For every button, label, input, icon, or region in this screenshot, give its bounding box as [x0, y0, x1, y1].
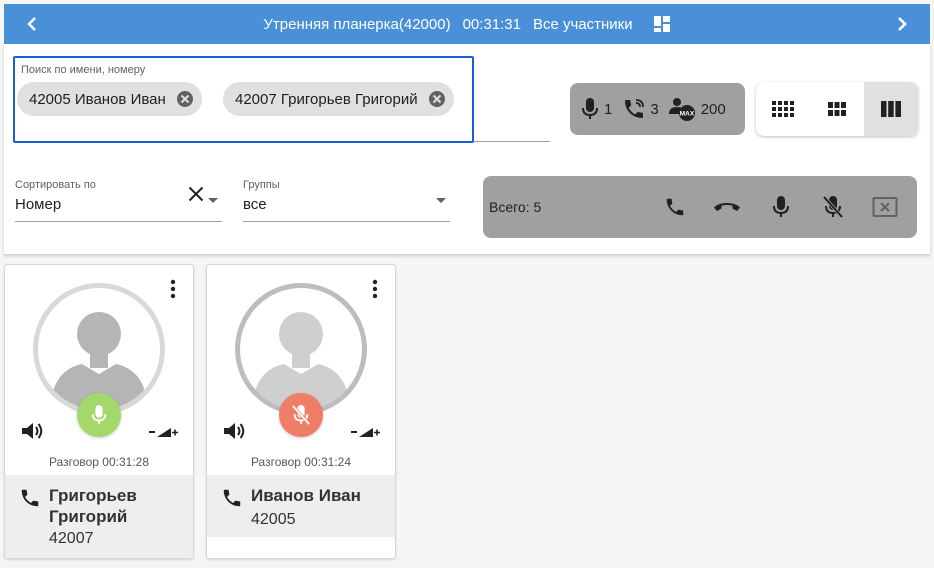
- stat-speakers: 1: [580, 97, 612, 121]
- mute-all-button[interactable]: [817, 191, 849, 223]
- participant-number: 42007: [49, 530, 94, 547]
- microphone-icon: [773, 196, 789, 217]
- groups-value: все: [243, 196, 267, 213]
- chip-label: 42005 Иванов Иван: [29, 90, 166, 108]
- max-badge-text: MAX: [679, 111, 694, 118]
- call-status: Разговор 00:31:28: [48, 455, 150, 469]
- participant-card[interactable]: Разговор 00:31:24 Иванов Иван 42005: [206, 264, 396, 559]
- view-columns-button[interactable]: [864, 82, 918, 136]
- total-count: Всего: 5: [489, 199, 542, 215]
- chevron-left-icon: [27, 17, 36, 31]
- search-input[interactable]: [23, 120, 463, 140]
- phone-icon: [223, 489, 241, 507]
- microphone-icon: [91, 405, 107, 424]
- stat-calls-count: 3: [650, 100, 659, 118]
- view-grid-medium-button[interactable]: [810, 82, 864, 136]
- remove-all-button[interactable]: [869, 191, 901, 223]
- call-end-icon: [714, 203, 740, 211]
- participant-name: Иванов Иван: [251, 486, 361, 505]
- conference-stats: 1 3 MAX 200: [570, 83, 745, 135]
- conference-header: Утренняя планерка(42000) 00:31:31 Все уч…: [4, 4, 930, 44]
- unmute-all-button[interactable]: [765, 191, 797, 223]
- stat-max: MAX 200: [668, 96, 726, 122]
- person-silhouette-icon: [50, 312, 148, 410]
- groups-label: Группы: [243, 179, 280, 191]
- speaker-icon[interactable]: [223, 421, 247, 441]
- sort-label: Сортировать по: [15, 179, 96, 191]
- close-icon: [188, 186, 204, 202]
- groups-select[interactable]: Группы все: [243, 176, 450, 222]
- max-participants-icon: MAX: [668, 98, 695, 121]
- clear-sort-button[interactable]: [184, 182, 208, 206]
- grid-medium-icon: [828, 102, 846, 116]
- prev-button[interactable]: [12, 4, 52, 44]
- conference-title: Утренняя планерка(42000): [263, 15, 451, 33]
- search-underline: [474, 141, 550, 142]
- dashboard-icon[interactable]: [653, 15, 671, 33]
- header-center: Утренняя планерка(42000) 00:31:31 Все уч…: [4, 4, 930, 44]
- microphone-toggle-button[interactable]: [279, 393, 323, 437]
- person-silhouette-icon: [252, 312, 350, 410]
- participant-number: 42005: [251, 511, 296, 528]
- participant-name: Григорьев Григорий: [49, 486, 137, 526]
- view-mode-toggle: [756, 82, 918, 136]
- grid-small-icon: [772, 101, 794, 117]
- search-chip[interactable]: 42007 Григорьев Григорий: [223, 82, 454, 116]
- participant-info: Иванов Иван 42005: [207, 475, 395, 537]
- microphone-toggle-button[interactable]: [77, 393, 121, 437]
- control-panel: Поиск по имени, номеру 42005 Иванов Иван…: [4, 44, 930, 254]
- microphone-off-icon: [291, 404, 311, 426]
- volume-level-icon[interactable]: [149, 425, 179, 439]
- search-field[interactable]: Поиск по имени, номеру 42005 Иванов Иван…: [13, 56, 474, 143]
- search-label: Поиск по имени, номеру: [21, 64, 146, 76]
- dropdown-arrow-icon[interactable]: [436, 198, 446, 203]
- sort-value: Номер: [15, 196, 62, 213]
- chip-label: 42007 Григорьев Григорий: [235, 90, 418, 108]
- more-vert-icon[interactable]: [165, 277, 181, 301]
- phone-icon: [666, 198, 684, 216]
- call-all-button[interactable]: [659, 191, 691, 223]
- chevron-right-icon: [898, 17, 907, 31]
- volume-level-icon[interactable]: [351, 425, 381, 439]
- conference-timer: 00:31:31: [462, 15, 521, 33]
- chip-remove-icon[interactable]: [428, 90, 446, 108]
- next-button[interactable]: [882, 4, 922, 44]
- dropdown-arrow-icon[interactable]: [208, 198, 218, 203]
- stat-max-count: 200: [700, 100, 726, 118]
- search-chip[interactable]: 42005 Иванов Иван: [17, 82, 202, 116]
- view-grid-small-button[interactable]: [756, 82, 810, 136]
- microphone-icon: [582, 98, 598, 119]
- participant-card[interactable]: Разговор 00:31:28 Григорьев Григорий 420…: [4, 264, 194, 559]
- phone-icon: [21, 489, 39, 507]
- close-box-icon: [872, 197, 898, 217]
- participant-info: Григорьев Григорий 42007: [5, 475, 193, 558]
- more-vert-icon[interactable]: [367, 277, 383, 301]
- hangup-all-button[interactable]: [711, 191, 743, 223]
- view-column-icon: [881, 101, 901, 117]
- call-status: Разговор 00:31:24: [250, 455, 352, 469]
- speaker-icon[interactable]: [21, 421, 45, 441]
- chip-remove-icon[interactable]: [176, 90, 194, 108]
- bulk-actions-bar: Всего: 5: [483, 176, 917, 238]
- phone-in-talk-icon: [625, 99, 645, 118]
- stat-speakers-count: 1: [604, 100, 613, 118]
- participants-filter-link[interactable]: Все участники: [533, 16, 633, 33]
- stat-calls: 3: [622, 97, 659, 121]
- microphone-off-icon: [822, 195, 844, 219]
